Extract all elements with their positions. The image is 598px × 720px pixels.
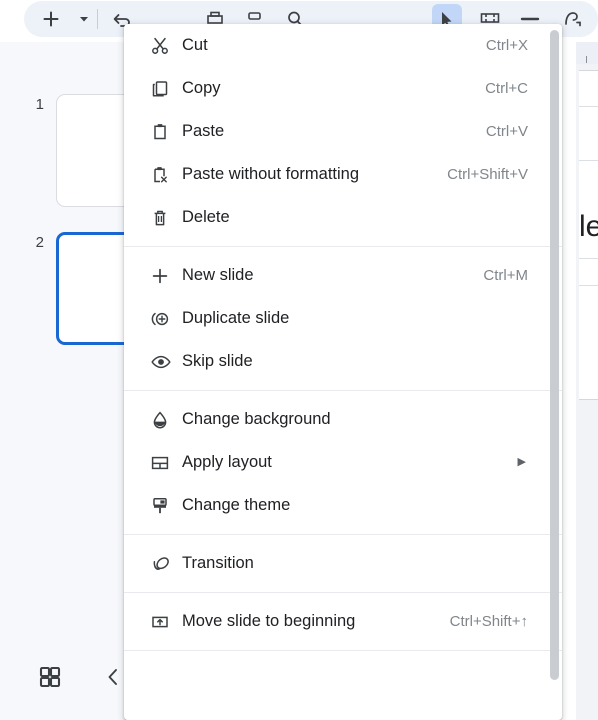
context-menu-items: Cut Ctrl+X Copy Ctrl+C Paste Ctrl+V Past… xyxy=(124,24,562,658)
plus-icon xyxy=(43,11,59,27)
chevron-left-icon xyxy=(108,669,117,685)
paint-brush-icon xyxy=(150,496,180,516)
menu-item-new-slide[interactable]: New slide Ctrl+M xyxy=(124,254,562,297)
menu-item-skip-slide[interactable]: Skip slide xyxy=(124,340,562,383)
caret-down-icon xyxy=(80,17,88,22)
menu-item-apply-layout[interactable]: Apply layout ▶ xyxy=(124,441,562,484)
copy-icon xyxy=(150,79,180,99)
layout-icon xyxy=(150,453,180,473)
slide-number: 1 xyxy=(35,96,44,113)
scissors-icon xyxy=(150,36,180,56)
menu-item-label: Move slide to beginning xyxy=(182,612,356,630)
menu-separator xyxy=(124,390,562,391)
menu-item-cut[interactable]: Cut Ctrl+X xyxy=(124,24,562,67)
toolbar-divider-1 xyxy=(97,9,98,29)
menu-item-label: Duplicate slide xyxy=(182,309,290,327)
menu-item-label: Copy xyxy=(182,79,221,97)
ruler-tick xyxy=(586,56,587,63)
grid-view-button[interactable] xyxy=(36,663,64,691)
plus-icon xyxy=(150,266,180,286)
droplet-icon xyxy=(150,410,180,430)
clipboard-no-format-icon xyxy=(150,165,180,185)
menu-item-label: Transition xyxy=(182,554,254,572)
menu-item-shortcut: Ctrl+V xyxy=(485,123,528,140)
new-slide-dropdown-button[interactable] xyxy=(69,4,99,34)
menu-item-copy[interactable]: Copy Ctrl+C xyxy=(124,67,562,110)
curve-icon xyxy=(565,12,581,27)
collapse-filmstrip-button[interactable] xyxy=(100,663,126,691)
menu-item-label: Skip slide xyxy=(182,352,253,370)
placeholder-border xyxy=(579,160,598,161)
placeholder-border xyxy=(579,285,598,286)
transition-icon xyxy=(150,554,180,574)
eye-icon xyxy=(150,352,180,372)
menu-item-duplicate-slide[interactable]: Duplicate slide xyxy=(124,297,562,340)
menu-separator xyxy=(124,592,562,593)
menu-item-label: New slide xyxy=(182,266,254,284)
menu-separator xyxy=(124,246,562,247)
canvas-ruler xyxy=(576,42,598,64)
menu-scrollbar[interactable] xyxy=(550,30,559,714)
slide-context-menu: Cut Ctrl+X Copy Ctrl+C Paste Ctrl+V Past… xyxy=(124,24,562,720)
menu-item-label: Delete xyxy=(182,208,230,226)
menu-scrollbar-thumb[interactable] xyxy=(550,30,559,680)
menu-item-label: Paste without formatting xyxy=(182,165,360,183)
menu-item-label: Change background xyxy=(182,410,331,428)
menu-item-label: Apply layout xyxy=(182,453,272,471)
menu-item-label: Paste xyxy=(182,122,225,140)
slide-title-text[interactable]: le xyxy=(579,210,598,244)
submenu-arrow-icon: ▶ xyxy=(517,456,526,468)
placeholder-border xyxy=(579,258,598,259)
filmstrip-slide-2[interactable]: 2 xyxy=(0,180,142,345)
menu-item-label: Change theme xyxy=(182,496,291,514)
menu-separator xyxy=(124,534,562,535)
menu-item-shortcut: Ctrl+M xyxy=(483,267,528,284)
new-slide-button[interactable] xyxy=(36,4,66,34)
menu-item-change-theme[interactable]: Change theme xyxy=(124,484,562,527)
placeholder-border xyxy=(579,106,598,107)
menu-item-move-slide-to-beginning[interactable]: Move slide to beginning Ctrl+Shift+↑ xyxy=(124,600,562,643)
slide-number: 2 xyxy=(35,234,44,251)
slide-filmstrip[interactable]: 1 2 xyxy=(0,42,142,720)
menu-item-label: Cut xyxy=(182,36,208,54)
menu-item-shortcut: Ctrl+X xyxy=(485,37,528,54)
trash-icon xyxy=(150,208,180,228)
menu-item-paste[interactable]: Paste Ctrl+V xyxy=(124,110,562,153)
menu-item-paste-without-formatting[interactable]: Paste without formatting Ctrl+Shift+V xyxy=(124,153,562,196)
menu-item-transition[interactable]: Transition xyxy=(124,542,562,585)
move-to-beginning-icon xyxy=(150,612,180,632)
duplicate-slide-icon xyxy=(150,309,180,329)
google-slides-window: 1 2 le Cut Ctrl+X Copy Ctrl+C Paste Ctrl… xyxy=(0,0,598,720)
menu-item-shortcut: Ctrl+C xyxy=(485,80,528,97)
grid-view-icon xyxy=(39,666,61,688)
menu-item-shortcut: Ctrl+Shift+V xyxy=(447,166,528,183)
menu-separator xyxy=(124,650,562,651)
menu-item-change-background[interactable]: Change background xyxy=(124,398,562,441)
clipboard-icon xyxy=(150,122,180,142)
menu-item-shortcut: Ctrl+Shift+↑ xyxy=(449,613,528,630)
filmstrip-footer xyxy=(0,648,126,720)
filmstrip-slide-1[interactable]: 1 xyxy=(0,42,142,207)
menu-item-delete[interactable]: Delete xyxy=(124,196,562,239)
